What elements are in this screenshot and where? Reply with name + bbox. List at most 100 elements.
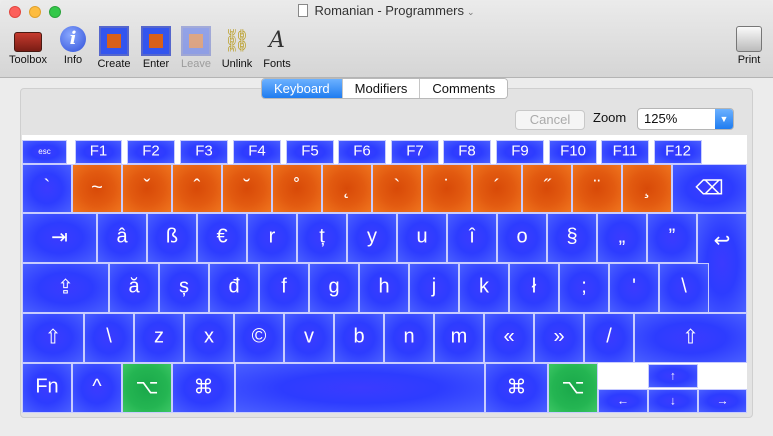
key-r4-1[interactable]: \ — [84, 313, 134, 363]
key-r2-7[interactable]: u — [397, 213, 447, 263]
key-arrow-right[interactable]: → — [698, 389, 747, 413]
key-r4-7[interactable]: n — [384, 313, 434, 363]
key-r1-12[interactable]: ¨ — [572, 164, 622, 213]
title-bar: Romanian - Programmers ⌄ Toolbox i Info C… — [0, 0, 773, 78]
key-r1-7[interactable]: ˛ — [322, 164, 372, 213]
tab-comments[interactable]: Comments — [420, 79, 508, 98]
key-r4-3[interactable]: x — [184, 313, 234, 363]
key-r1-2[interactable]: ~ — [72, 164, 122, 213]
key-label: ˘ — [243, 175, 251, 198]
key-r4-11[interactable]: / — [584, 313, 634, 363]
key-label: m — [450, 325, 468, 348]
key-r2-3[interactable]: € — [197, 213, 247, 263]
key-f9[interactable]: F9 — [496, 140, 544, 164]
arrow-left-icon: ← — [617, 393, 629, 408]
key-r4-8[interactable]: m — [434, 313, 484, 363]
key-r3-10[interactable]: ; — [559, 263, 609, 313]
key-r3-6[interactable]: h — [359, 263, 409, 313]
chevron-down-icon: ⌄ — [467, 7, 475, 17]
key-r3-3[interactable]: đ — [209, 263, 259, 313]
key-f8[interactable]: F8 — [443, 140, 491, 164]
leave-label: Leave — [181, 58, 211, 70]
key-f10[interactable]: F10 — [549, 140, 597, 164]
window-title[interactable]: Romanian - Programmers ⌄ — [0, 3, 773, 18]
key-label: ˚ — [293, 175, 301, 198]
key-left-option[interactable]: ⌥ — [122, 363, 172, 413]
key-right-option[interactable]: ⌥ — [548, 363, 598, 413]
key-r2-12[interactable]: ” — [647, 213, 697, 263]
key-r1-3[interactable]: ˇ — [122, 164, 172, 213]
key-r3-7[interactable]: j — [409, 263, 459, 313]
print-button[interactable]: Print — [725, 26, 773, 66]
toolbox-button[interactable]: Toolbox — [4, 26, 52, 66]
key-r4-6[interactable]: b — [334, 313, 384, 363]
key-r2-6[interactable]: y — [347, 213, 397, 263]
key-r1-8[interactable]: ` — [372, 164, 422, 213]
key-fn[interactable]: Fn — [22, 363, 72, 413]
key-r2-4[interactable]: r — [247, 213, 297, 263]
key-r2-8[interactable]: î — [447, 213, 497, 263]
key-r3-11[interactable]: ' — [609, 263, 659, 313]
zoom-select[interactable]: 125% ▼ — [637, 108, 734, 130]
key-f6[interactable]: F6 — [338, 140, 386, 164]
key-space[interactable] — [235, 363, 485, 413]
key-f1[interactable]: F1 — [75, 140, 122, 164]
key-f5[interactable]: F5 — [286, 140, 334, 164]
key-f7[interactable]: F7 — [391, 140, 439, 164]
key-left-shift[interactable]: ⇧ — [22, 313, 84, 363]
key-r2-9[interactable]: o — [497, 213, 547, 263]
key-f2[interactable]: F2 — [127, 140, 175, 164]
key-r1-1[interactable]: ` — [22, 164, 72, 213]
key-right-command[interactable]: ⌘ — [485, 363, 548, 413]
key-r4-9[interactable]: « — [484, 313, 534, 363]
key-caps-lock[interactable]: ⇪ — [22, 263, 109, 313]
key-r1-11[interactable]: ˝ — [522, 164, 572, 213]
key-r1-5[interactable]: ˘ — [222, 164, 272, 213]
key-r3-1[interactable]: ă — [109, 263, 159, 313]
key-r2-5[interactable]: ț — [297, 213, 347, 263]
key-f3[interactable]: F3 — [180, 140, 228, 164]
enter-label: Enter — [142, 58, 170, 70]
key-left-command[interactable]: ⌘ — [172, 363, 235, 413]
key-r3-5[interactable]: g — [309, 263, 359, 313]
cancel-button[interactable]: Cancel — [515, 110, 585, 130]
key-r1-10[interactable]: ´ — [472, 164, 522, 213]
create-button[interactable]: Create — [90, 26, 138, 70]
key-r2-2[interactable]: ß — [147, 213, 197, 263]
key-r2-10[interactable]: § — [547, 213, 597, 263]
key-r2-11[interactable]: „ — [597, 213, 647, 263]
key-r1-6[interactable]: ˚ — [272, 164, 322, 213]
key-f12[interactable]: F12 — [654, 140, 702, 164]
key-r3-9[interactable]: ł — [509, 263, 559, 313]
key-esc[interactable]: esc — [22, 140, 67, 164]
key-arrow-down[interactable]: ↓ — [648, 389, 698, 413]
key-r4-5[interactable]: v — [284, 313, 334, 363]
key-r3-2[interactable]: ș — [159, 263, 209, 313]
fonts-button[interactable]: A Fonts — [253, 26, 301, 70]
key-label: F4 — [248, 142, 266, 160]
tab-modifiers[interactable]: Modifiers — [342, 79, 421, 98]
key-right-shift[interactable]: ⇧ — [634, 313, 747, 363]
toolbox-icon — [14, 32, 42, 52]
key-control[interactable]: ^ — [72, 363, 122, 413]
key-f4[interactable]: F4 — [233, 140, 281, 164]
key-arrow-left[interactable]: ← — [598, 389, 648, 413]
key-r3-4[interactable]: f — [259, 263, 309, 313]
key-r4-10[interactable]: » — [534, 313, 584, 363]
key-r1-4[interactable]: ˆ — [172, 164, 222, 213]
key-arrow-up[interactable]: ↑ — [648, 364, 698, 388]
tab-keyboard[interactable]: Keyboard — [262, 79, 343, 98]
key-f11[interactable]: F11 — [601, 140, 649, 164]
key-tab[interactable]: ⇥ — [22, 213, 97, 263]
key-r3-12[interactable]: \ — [659, 263, 709, 313]
key-r3-8[interactable]: k — [459, 263, 509, 313]
key-delete[interactable]: ⌫ — [672, 164, 747, 213]
key-r4-2[interactable]: z — [134, 313, 184, 363]
key-label: ” — [668, 225, 676, 248]
key-r1-13[interactable]: ¸ — [622, 164, 672, 213]
key-r4-4[interactable]: © — [234, 313, 284, 363]
key-r2-1[interactable]: â — [97, 213, 147, 263]
option-icon: ⌥ — [561, 376, 585, 399]
key-r1-9[interactable]: ˙ — [422, 164, 472, 213]
unlink-label: Unlink — [221, 58, 253, 70]
